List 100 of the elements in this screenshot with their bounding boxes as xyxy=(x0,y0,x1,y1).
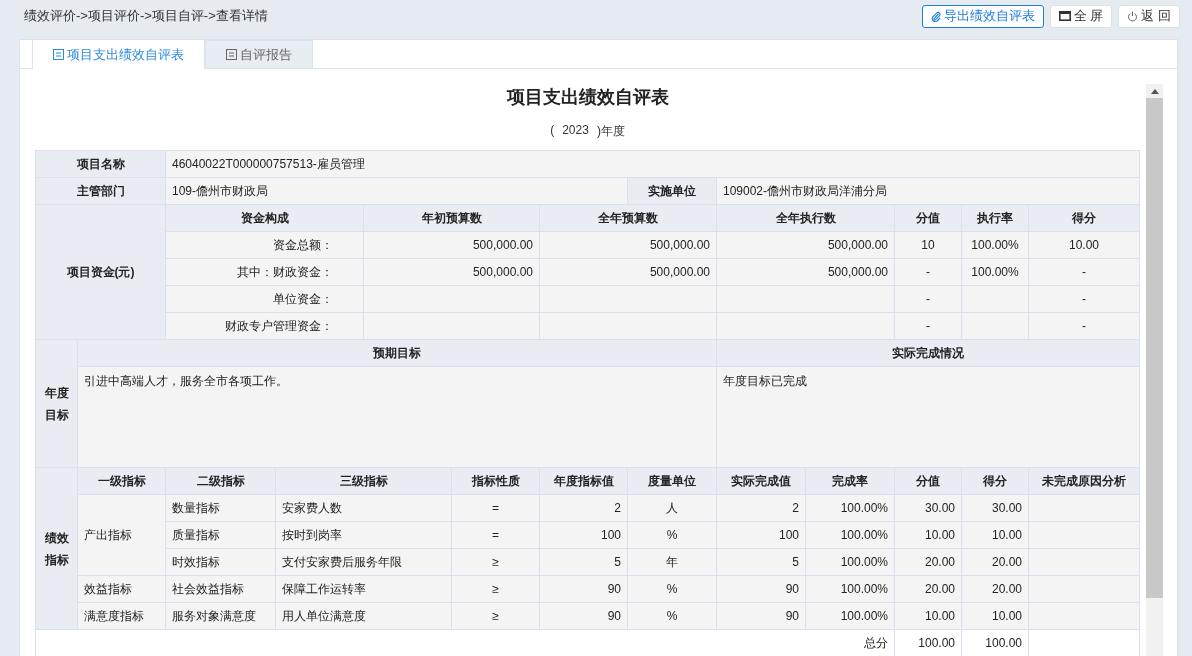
column-header: 年度指标值 xyxy=(539,467,628,495)
table-cell: 年度目标 xyxy=(35,339,78,468)
table-cell: 产出指标 xyxy=(77,494,166,576)
table-cell: 服务对象满意度 xyxy=(165,602,276,630)
tab[interactable]: 自评报告 xyxy=(205,40,313,68)
column-header: 执行率 xyxy=(961,204,1029,232)
table-cell: 资金总额： xyxy=(165,231,364,259)
table-cell: 主管部门 xyxy=(35,177,166,205)
table-cell: 5 xyxy=(539,548,628,576)
column-header: 分值 xyxy=(894,467,962,495)
table-cell: 500,000.00 xyxy=(539,258,717,286)
column-header: 预期目标 xyxy=(77,339,717,367)
table-cell: - xyxy=(894,285,962,313)
table-cell: 30.00 xyxy=(961,494,1029,522)
table-cell: 109-儋州市财政局 xyxy=(165,177,628,205)
table-cell: 90 xyxy=(539,602,628,630)
table-cell: 109002-儋州市财政局洋浦分局 xyxy=(716,177,1140,205)
table-cell: 30.00 xyxy=(894,494,962,522)
table-cell: 100.00% xyxy=(805,521,895,549)
year-value: 2023 xyxy=(562,123,589,139)
table-cell: = xyxy=(451,494,540,522)
table-cell: 90 xyxy=(716,575,806,603)
table-cell: 用人单位满意度 xyxy=(275,602,452,630)
table-cell: 10.00 xyxy=(1028,231,1140,259)
table-cell: 20.00 xyxy=(961,548,1029,576)
table-cell: 500,000.00 xyxy=(363,258,540,286)
table-cell: 100.00% xyxy=(961,258,1029,286)
form-icon xyxy=(226,49,237,60)
breadcrumb: 绩效评价->项目评价->项目自评->查看详情 xyxy=(24,7,268,25)
table-cell: 20.00 xyxy=(894,548,962,576)
table-cell: - xyxy=(1028,312,1140,340)
table-cell: 按时到岗率 xyxy=(275,521,452,549)
table-cell: 年 xyxy=(627,548,717,576)
column-header: 全年预算数 xyxy=(539,204,717,232)
table-cell: 46040022T000000757513-雇员管理 xyxy=(165,150,1140,178)
table-cell: 100.00% xyxy=(805,575,895,603)
table-cell: 2 xyxy=(716,494,806,522)
table-cell: - xyxy=(894,312,962,340)
table-cell: ≥ xyxy=(451,602,540,630)
table-cell: 20.00 xyxy=(894,575,962,603)
column-header: 资金构成 xyxy=(165,204,364,232)
column-header: 全年执行数 xyxy=(716,204,895,232)
column-header: 度量单位 xyxy=(627,467,717,495)
export-button[interactable]: 导出绩效自评表 xyxy=(921,4,1044,28)
column-header: 完成率 xyxy=(805,467,895,495)
form-title: 项目支出绩效自评表 xyxy=(505,86,670,109)
table-cell: 500,000.00 xyxy=(363,231,540,259)
table-cell: 100 xyxy=(539,521,628,549)
column-header: 未完成原因分析 xyxy=(1028,467,1140,495)
table-cell: 项目资金(元) xyxy=(35,204,166,340)
power-icon xyxy=(1127,10,1139,22)
back-button[interactable]: 返 回 xyxy=(1118,4,1180,28)
column-header: 年初预算数 xyxy=(363,204,540,232)
table-cell: 支付安家费后服务年限 xyxy=(275,548,452,576)
table-cell: 引进中高端人才，服务全市各项工作。 xyxy=(77,366,717,468)
table-cell: 5 xyxy=(716,548,806,576)
table-cell: 100.00% xyxy=(805,494,895,522)
table-cell: ≥ xyxy=(451,548,540,576)
table-cell: 500,000.00 xyxy=(716,231,895,259)
table-cell: 10.00 xyxy=(894,521,962,549)
table-cell: 90 xyxy=(716,602,806,630)
table-cell: 社会效益指标 xyxy=(165,575,276,603)
table-cell: 10.00 xyxy=(961,602,1029,630)
table-cell: 项目名称 xyxy=(35,150,166,178)
table-cell: 100.00% xyxy=(961,231,1029,259)
table-cell: 100.00% xyxy=(805,602,895,630)
column-header: 指标性质 xyxy=(451,467,540,495)
table-cell: 500,000.00 xyxy=(716,258,895,286)
table-cell: 安家费人数 xyxy=(275,494,452,522)
paperclip-icon xyxy=(930,10,941,22)
table-cell: 90 xyxy=(539,575,628,603)
table-cell xyxy=(961,285,1029,313)
column-header: 一级指标 xyxy=(77,467,166,495)
table-cell: 10 xyxy=(894,231,962,259)
table-cell: 人 xyxy=(627,494,717,522)
table-cell: - xyxy=(894,258,962,286)
table-cell: - xyxy=(1028,258,1140,286)
table-cell: 年度目标已完成 xyxy=(716,366,1140,468)
table-cell: 质量指标 xyxy=(165,521,276,549)
table-cell: 500,000.00 xyxy=(539,231,717,259)
tab[interactable]: 项目支出绩效自评表 xyxy=(32,40,205,69)
fullscreen-button[interactable]: 全 屏 xyxy=(1049,4,1113,28)
table-cell: 满意度指标 xyxy=(77,602,166,630)
scroll-up-arrow-icon xyxy=(1150,89,1159,94)
table-cell: 10.00 xyxy=(894,602,962,630)
table-cell: 效益指标 xyxy=(77,575,166,603)
column-header: 三级指标 xyxy=(275,467,452,495)
window-icon xyxy=(1058,11,1071,21)
table-cell: % xyxy=(627,602,717,630)
table-cell: ≥ xyxy=(451,575,540,603)
table-cell: % xyxy=(627,521,717,549)
table-cell: 数量指标 xyxy=(165,494,276,522)
table-cell: - xyxy=(1028,285,1140,313)
table-cell: 2 xyxy=(539,494,628,522)
column-header: 二级指标 xyxy=(165,467,276,495)
table-cell: 时效指标 xyxy=(165,548,276,576)
year-bracket: ( xyxy=(550,123,555,139)
table-cell: % xyxy=(627,575,717,603)
table-cell: 其中：财政资金： xyxy=(165,258,364,286)
table-cell: 10.00 xyxy=(961,521,1029,549)
